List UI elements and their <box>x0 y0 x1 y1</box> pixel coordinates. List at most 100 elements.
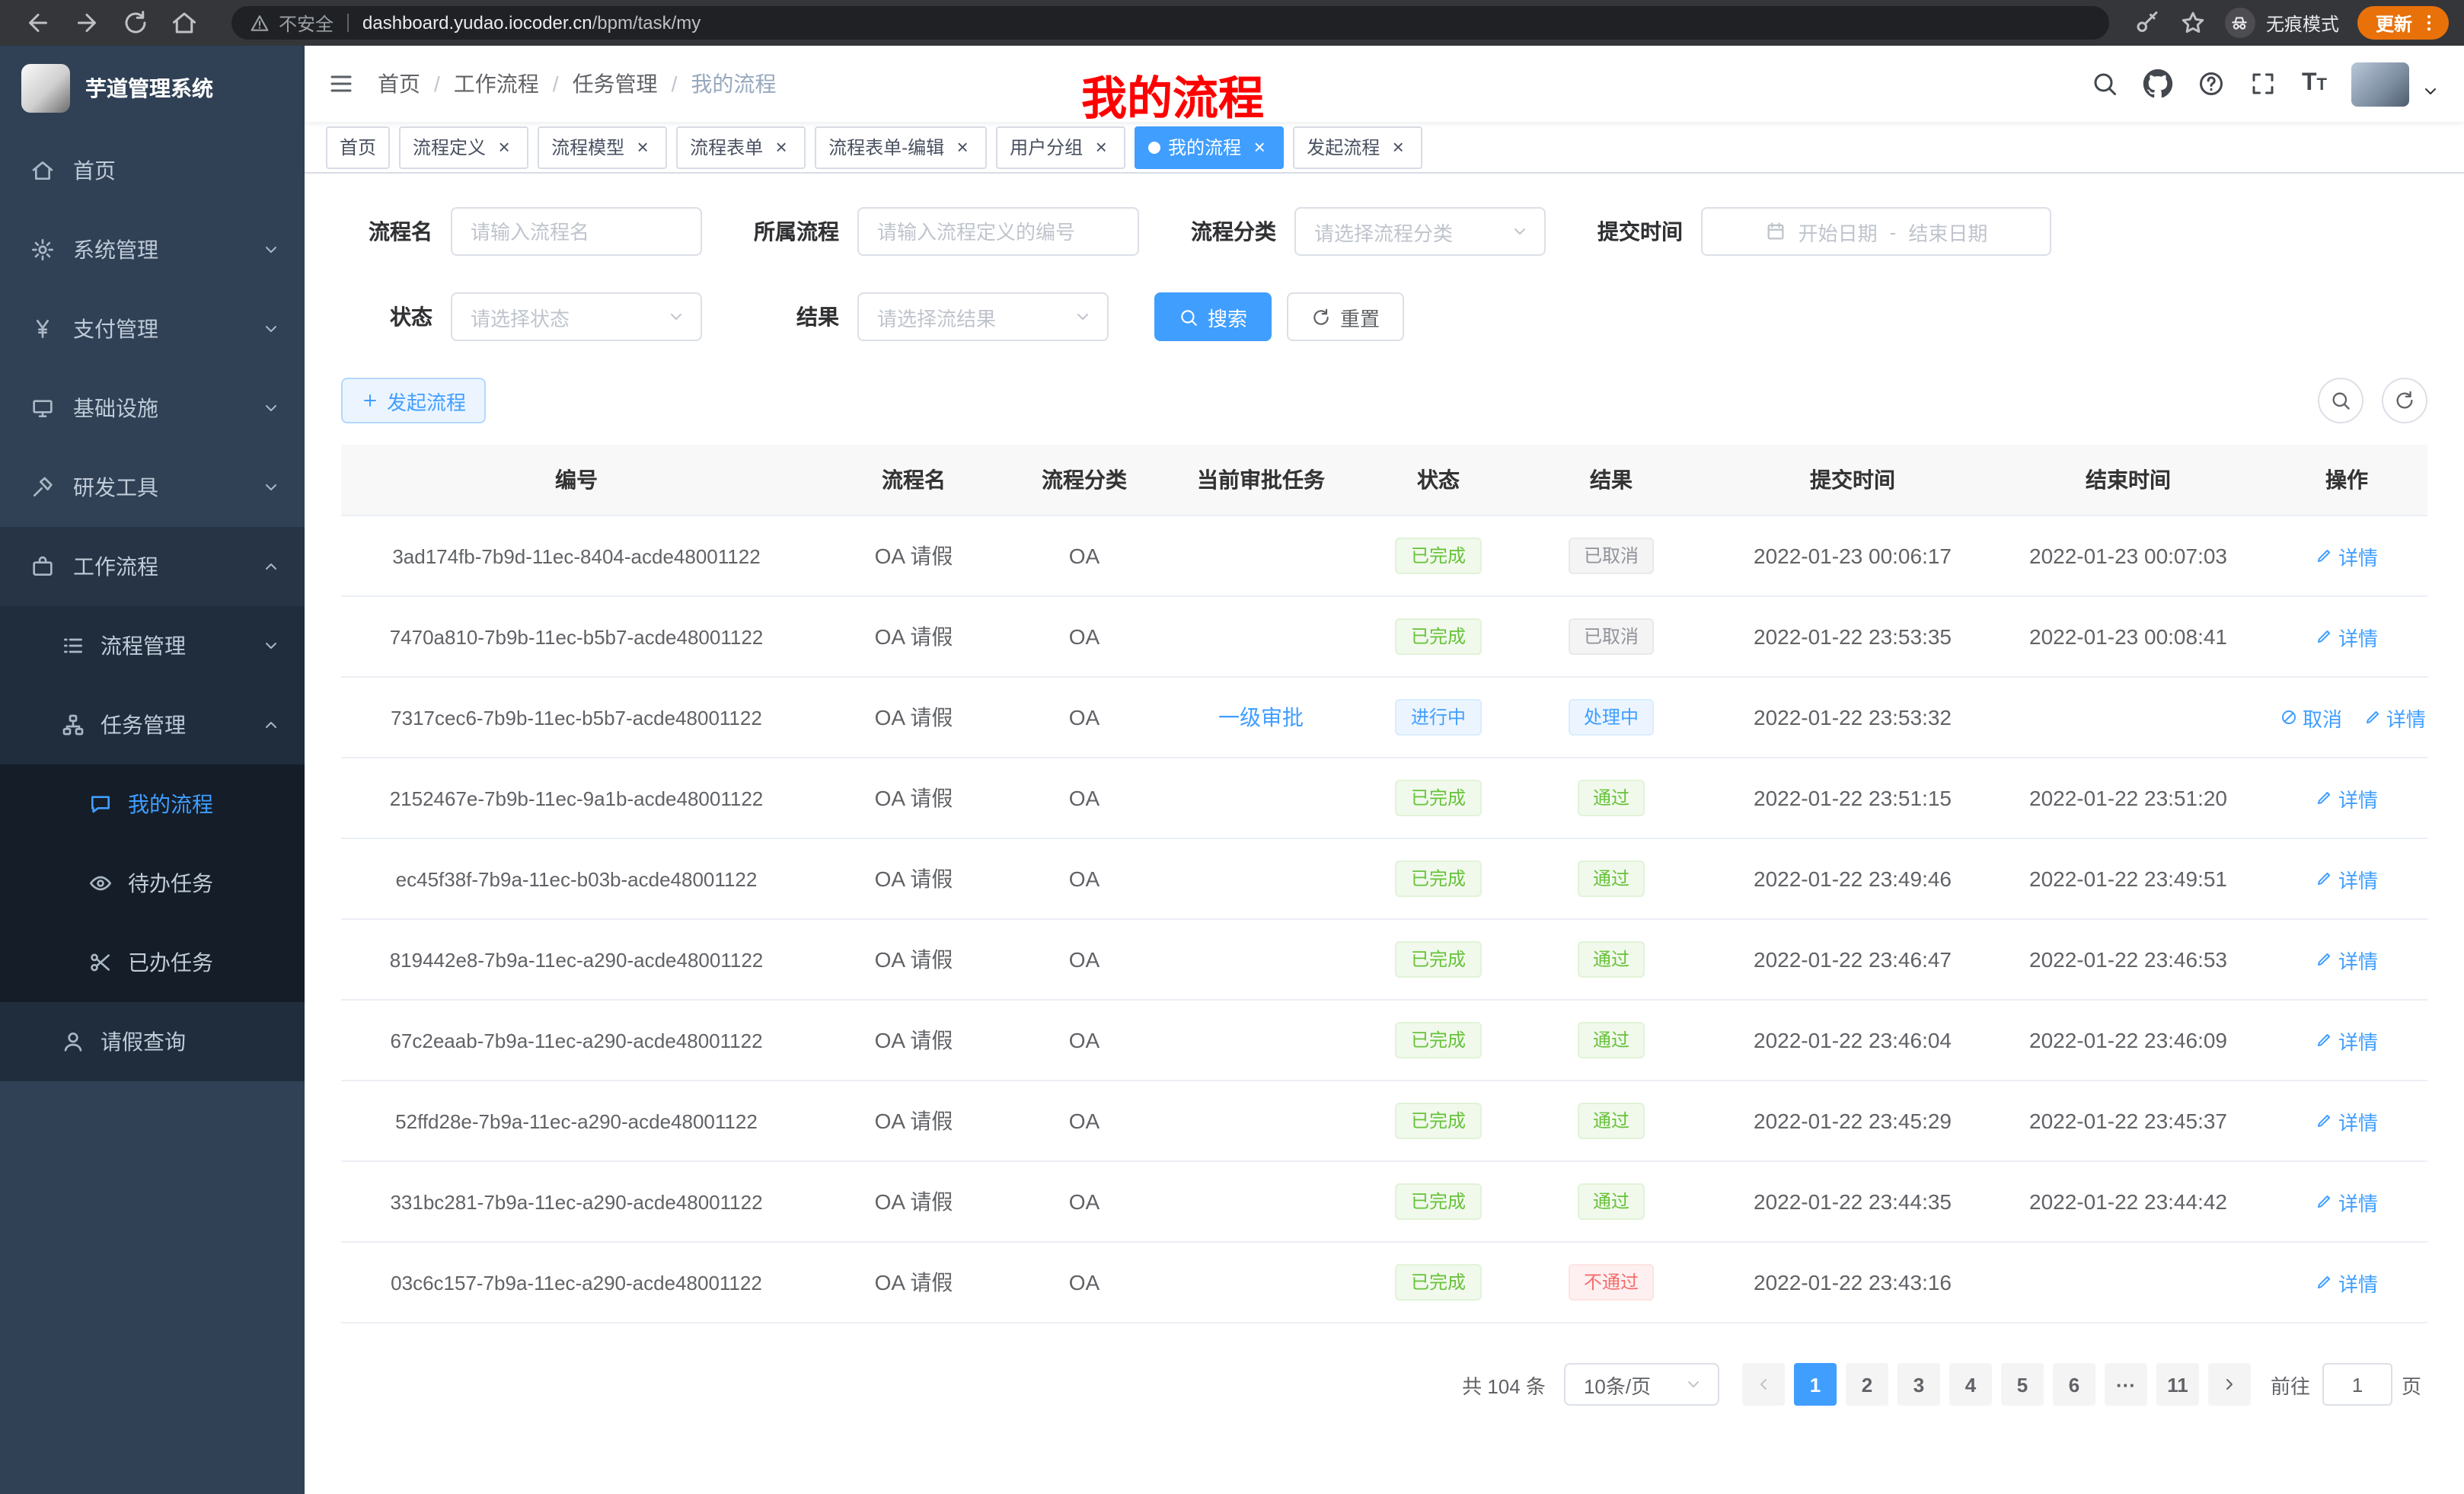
view-tab[interactable]: 流程模型 × <box>538 126 667 168</box>
avatar-caret-icon[interactable] <box>2421 81 2440 100</box>
page-number-button[interactable]: 4 <box>1949 1363 1992 1406</box>
refresh-table-button[interactable] <box>2382 378 2427 423</box>
sidebar-item-home[interactable]: 首页 <box>0 131 305 210</box>
divider <box>347 14 349 32</box>
submit-time: 2022-01-22 23:53:35 <box>1715 596 1990 677</box>
breadcrumb-item[interactable]: 工作流程/ <box>454 69 573 99</box>
sidebar-item-task-mgmt[interactable]: 任务管理 <box>0 685 305 765</box>
bookmark-star-icon[interactable] <box>2179 9 2207 37</box>
status-badge: 已完成 <box>1396 941 1481 978</box>
breadcrumb-item[interactable]: 我的流程 <box>691 69 776 99</box>
user-icon <box>61 1030 85 1054</box>
detail-action[interactable]: 详情 <box>2316 945 2378 974</box>
detail-action[interactable]: 详情 <box>2316 541 2378 570</box>
sidebar-item-process-mgmt[interactable]: 流程管理 <box>0 606 305 685</box>
view-tab[interactable]: 用户分组 × <box>996 126 1125 168</box>
prev-page-button[interactable] <box>1742 1363 1785 1406</box>
result-select[interactable]: 请选择流结果 <box>857 292 1109 341</box>
reset-button[interactable]: 重置 <box>1287 292 1404 341</box>
detail-action[interactable]: 详情 <box>2316 864 2378 893</box>
process-name: OA 请假 <box>812 516 1016 596</box>
browser-menu-icon[interactable] <box>2418 12 2440 34</box>
current-task-link[interactable]: 一级审批 <box>1218 702 1304 733</box>
end-time: 2022-01-22 23:51:20 <box>1990 758 2266 838</box>
sidebar-item-leave-query[interactable]: 请假查询 <box>0 1002 305 1081</box>
toggle-search-button[interactable] <box>2318 378 2363 423</box>
password-key-icon[interactable] <box>2134 9 2161 37</box>
page-number-button[interactable]: ··· <box>2105 1363 2147 1406</box>
sidebar-item-payment[interactable]: 支付管理 <box>0 289 305 369</box>
sidebar-item-system[interactable]: 系统管理 <box>0 210 305 289</box>
active-dot <box>1148 141 1160 153</box>
browser-reload-icon[interactable] <box>122 9 149 37</box>
sidebar-collapse-icon[interactable] <box>305 70 378 97</box>
close-tab-icon[interactable]: × <box>771 136 792 158</box>
help-icon[interactable] <box>2198 70 2226 97</box>
view-tab[interactable]: 流程定义 × <box>399 126 528 168</box>
view-tab[interactable]: 流程表单-编辑 × <box>815 126 987 168</box>
search-icon[interactable] <box>2092 70 2119 97</box>
github-icon[interactable] <box>2143 69 2174 99</box>
next-page-button[interactable] <box>2208 1363 2251 1406</box>
status-select[interactable]: 请选择状态 <box>451 292 702 341</box>
process-def-input[interactable] <box>857 207 1139 256</box>
sidebar-item-my-process[interactable]: 我的流程 <box>0 765 305 844</box>
avatar[interactable] <box>2351 62 2409 106</box>
browser-home-icon[interactable] <box>171 9 198 37</box>
search-button[interactable]: 搜索 <box>1154 292 1272 341</box>
create-process-button[interactable]: 发起流程 <box>341 378 486 423</box>
font-size-icon[interactable]: TT <box>2302 72 2327 96</box>
detail-action[interactable]: 详情 <box>2363 703 2426 732</box>
sidebar-item-todo-tasks[interactable]: 待办任务 <box>0 844 305 923</box>
close-tab-icon[interactable]: × <box>1387 136 1409 158</box>
view-tab[interactable]: 首页 <box>326 126 390 168</box>
browser-forward-icon[interactable] <box>73 9 101 37</box>
close-tab-icon[interactable]: × <box>952 136 973 158</box>
browser-address-bar[interactable]: 不安全 dashboard.yudao.iocoder.cn/bpm/task/… <box>231 6 2109 40</box>
view-tab[interactable]: 流程表单 × <box>676 126 806 168</box>
breadcrumb-item[interactable]: 任务管理/ <box>573 69 691 99</box>
browser-back-icon[interactable] <box>24 9 52 37</box>
detail-action[interactable]: 详情 <box>2316 1268 2378 1297</box>
process-category: OA <box>1016 1000 1153 1081</box>
page-number-button[interactable]: 1 <box>1794 1363 1837 1406</box>
page-number-button[interactable]: 6 <box>2053 1363 2095 1406</box>
fullscreen-icon[interactable] <box>2250 70 2277 97</box>
page-size-select[interactable]: 10条/页 <box>1564 1363 1719 1406</box>
process-category: OA <box>1016 838 1153 919</box>
page-number-button[interactable]: 3 <box>1897 1363 1940 1406</box>
cancel-action[interactable]: 取消 <box>2280 703 2342 732</box>
goto-page-input[interactable] <box>2322 1363 2392 1406</box>
row-actions: 详情 <box>2266 1161 2427 1242</box>
edit-icon <box>2316 627 2334 646</box>
sidebar-item-workflow[interactable]: 工作流程 <box>0 527 305 606</box>
breadcrumb-separator: / <box>434 72 440 96</box>
view-tab[interactable]: 发起流程 × <box>1293 126 1422 168</box>
chat-bubble-icon <box>88 792 113 816</box>
close-tab-icon[interactable]: × <box>632 136 653 158</box>
result-badge: 通过 <box>1578 860 1645 897</box>
detail-action[interactable]: 详情 <box>2316 1187 2378 1216</box>
process-name-input[interactable] <box>451 207 702 256</box>
close-tab-icon[interactable]: × <box>1249 136 1270 158</box>
detail-action[interactable]: 详情 <box>2316 1106 2378 1135</box>
submit-time-range[interactable]: 开始日期 - 结束日期 <box>1701 207 2051 256</box>
sidebar-item-done-tasks[interactable]: 已办任务 <box>0 923 305 1002</box>
detail-action[interactable]: 详情 <box>2316 622 2378 651</box>
page-number-button[interactable]: 11 <box>2156 1363 2199 1406</box>
edit-icon <box>2316 1192 2334 1211</box>
close-tab-icon[interactable]: × <box>493 136 515 158</box>
close-tab-icon[interactable]: × <box>1090 136 1112 158</box>
sidebar-item-infra[interactable]: 基础设施 <box>0 369 305 448</box>
detail-action[interactable]: 详情 <box>2316 784 2378 812</box>
sidebar-item-devtools[interactable]: 研发工具 <box>0 448 305 527</box>
breadcrumb-item[interactable]: 首页/ <box>378 69 454 99</box>
detail-action[interactable]: 详情 <box>2316 1026 2378 1055</box>
page-number-button[interactable]: 5 <box>2001 1363 2044 1406</box>
url-domain: dashboard.yudao.iocoder.cn <box>362 12 592 34</box>
view-tab[interactable]: 我的流程 × <box>1135 126 1284 168</box>
process-category-select[interactable]: 请选择流程分类 <box>1294 207 1546 256</box>
submit-time: 2022-01-22 23:53:32 <box>1715 677 1990 758</box>
page-number-button[interactable]: 2 <box>1846 1363 1888 1406</box>
update-button[interactable]: 更新 <box>2357 6 2449 40</box>
